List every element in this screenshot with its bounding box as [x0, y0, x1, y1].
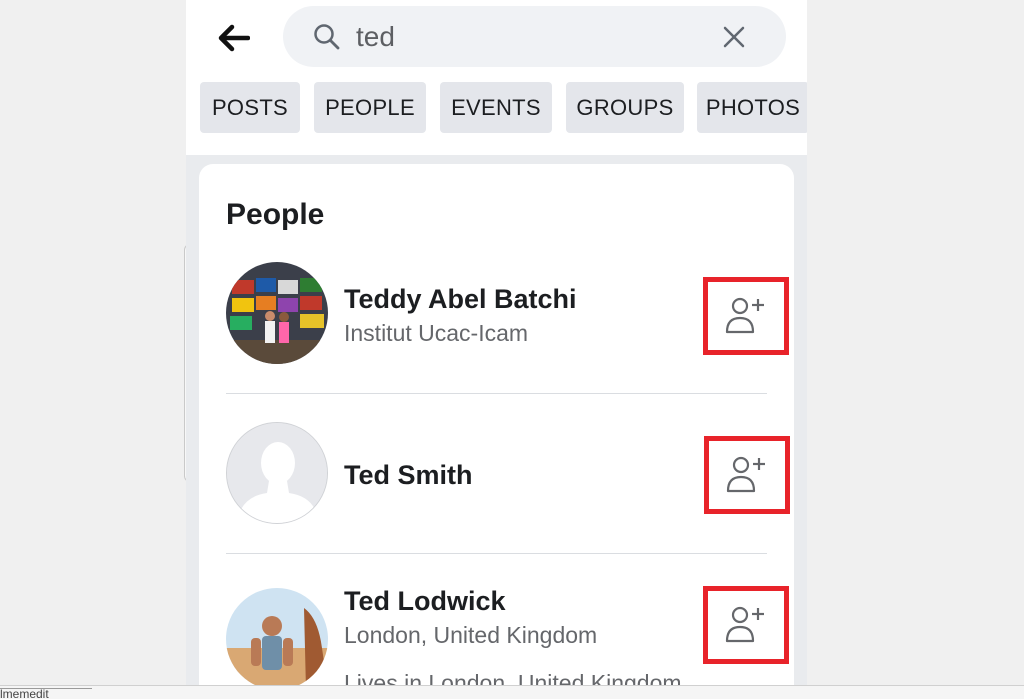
add-friend-icon	[726, 456, 765, 493]
arrow-left-icon	[218, 24, 250, 52]
person-result[interactable]: Teddy Abel Batchi Institut Ucac-Icam	[199, 262, 794, 392]
avatar	[226, 588, 328, 685]
divider	[226, 553, 767, 554]
back-button[interactable]	[216, 20, 252, 56]
add-friend-button[interactable]	[703, 586, 789, 664]
person-result[interactable]: Ted Lodwick London, United Kingdom Lives…	[199, 586, 794, 685]
left-gutter	[0, 0, 186, 699]
person-extra-info: Lives in London, United Kingdom	[344, 670, 682, 685]
status-bar	[0, 685, 1024, 699]
add-friend-button[interactable]	[703, 277, 789, 355]
mobile-search-screen: POSTS PEOPLE EVENTS GROUPS PHOTOS People	[186, 0, 807, 685]
magnifier-icon	[314, 24, 340, 50]
person-subtitle: London, United Kingdom	[344, 622, 598, 648]
search-header: POSTS PEOPLE EVENTS GROUPS PHOTOS	[186, 0, 807, 155]
people-results-card: People Teddy Abel Batchi Institut Ucac-I…	[199, 164, 794, 685]
status-text: lmemedit	[0, 688, 49, 699]
section-title: People	[226, 198, 325, 231]
profile-photo-icon	[226, 262, 328, 364]
default-silhouette-icon	[227, 423, 327, 523]
person-subtitle: Institut Ucac-Icam	[344, 320, 529, 346]
profile-photo-icon	[226, 588, 328, 685]
close-icon[interactable]	[720, 23, 748, 51]
avatar	[226, 262, 328, 364]
tab-groups[interactable]: GROUPS	[566, 82, 684, 133]
person-name: Teddy Abel Batchi	[344, 284, 577, 314]
tab-events[interactable]: EVENTS	[440, 82, 552, 133]
person-name: Ted Lodwick	[344, 586, 506, 616]
person-result[interactable]: Ted Smith	[199, 422, 794, 532]
divider	[226, 393, 767, 394]
tab-people[interactable]: PEOPLE	[314, 82, 426, 133]
person-name: Ted Smith	[344, 460, 473, 490]
tab-photos[interactable]: PHOTOS	[697, 82, 807, 133]
search-bar[interactable]	[283, 6, 786, 67]
add-friend-icon	[725, 297, 764, 334]
search-input[interactable]	[356, 18, 706, 56]
tab-posts[interactable]: POSTS	[200, 82, 300, 133]
add-friend-button[interactable]	[704, 436, 790, 514]
add-friend-icon	[725, 606, 764, 643]
avatar	[226, 422, 328, 524]
